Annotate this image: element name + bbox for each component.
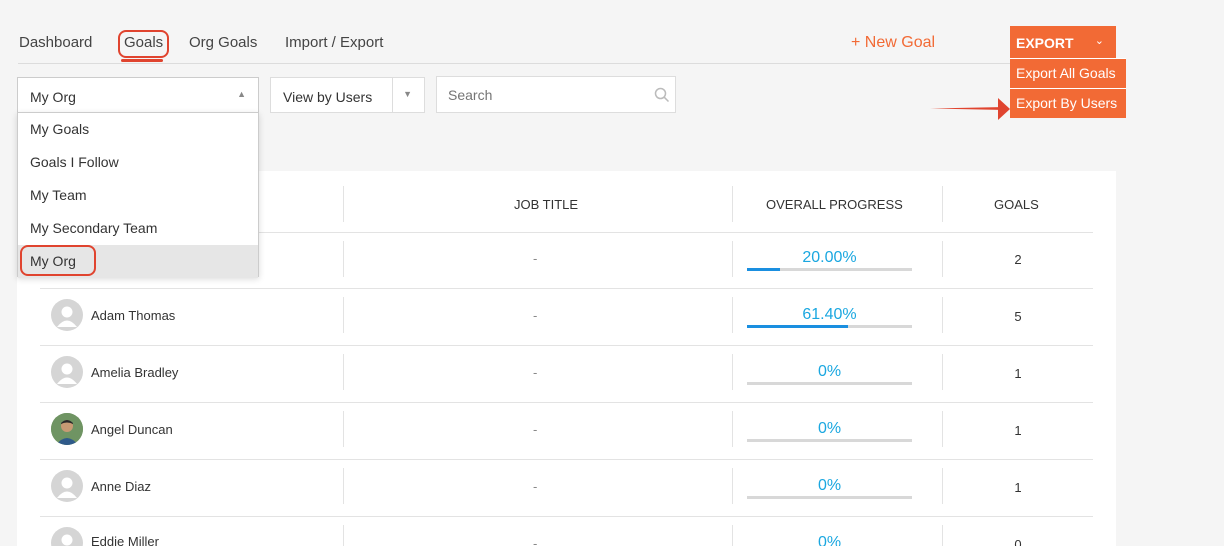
- column-separator: [732, 468, 733, 504]
- header-overall-progress[interactable]: OVERALL PROGRESS: [766, 197, 903, 212]
- progress-bar: [747, 439, 912, 442]
- progress-value[interactable]: 0%: [747, 363, 912, 381]
- view-select-value: View by Users: [283, 89, 373, 105]
- goals-count: 0: [1014, 537, 1022, 546]
- org-select-value: My Org: [30, 89, 76, 105]
- row-divider: [40, 402, 1093, 403]
- tab-dashboard[interactable]: Dashboard: [19, 34, 92, 51]
- job-title-cell: -: [533, 308, 538, 323]
- job-title-cell: -: [533, 479, 538, 494]
- user-icon: [57, 363, 77, 384]
- progress-bar: [747, 382, 912, 385]
- user-icon: [57, 477, 77, 498]
- progress-value[interactable]: 0%: [747, 477, 912, 495]
- row-divider: [40, 459, 1093, 460]
- column-separator: [343, 525, 344, 546]
- goals-count: 5: [1014, 309, 1022, 324]
- progress-value[interactable]: 20.00%: [747, 249, 912, 267]
- active-tab-underline: [121, 59, 163, 62]
- dropdown-item-goals-i-follow[interactable]: Goals I Follow: [18, 146, 258, 179]
- progress-bar: [747, 496, 912, 499]
- progress-bar: [747, 268, 912, 271]
- search-icon[interactable]: [654, 87, 670, 103]
- dropdown-item-my-secondary-team[interactable]: My Secondary Team: [18, 212, 258, 245]
- job-title-cell: -: [533, 365, 538, 380]
- column-separator: [732, 354, 733, 390]
- row-divider: [40, 288, 1093, 289]
- column-separator: [343, 241, 344, 277]
- my-org-highlight: [20, 245, 96, 276]
- goals-count: 1: [1014, 423, 1022, 438]
- column-separator: [942, 186, 943, 222]
- export-label: EXPORT: [1016, 35, 1074, 51]
- job-title-cell: -: [533, 422, 538, 437]
- user-name[interactable]: Amelia Bradley: [91, 365, 178, 380]
- annotation-arrow: [930, 107, 1006, 110]
- column-separator: [942, 411, 943, 447]
- column-separator: [942, 354, 943, 390]
- user-name[interactable]: Anne Diaz: [91, 479, 151, 494]
- user-icon: [57, 306, 77, 327]
- user-photo-icon: [51, 413, 83, 445]
- column-separator: [343, 411, 344, 447]
- column-separator: [942, 468, 943, 504]
- export-by-users-item[interactable]: Export By Users: [1010, 88, 1126, 118]
- column-separator: [942, 297, 943, 333]
- column-separator: [942, 241, 943, 277]
- column-separator: [732, 525, 733, 546]
- column-separator: [343, 354, 344, 390]
- dropdown-item-my-goals[interactable]: My Goals: [18, 113, 258, 146]
- progress-bar-fill: [747, 325, 849, 328]
- progress-bar: [747, 325, 912, 328]
- avatar: [51, 356, 83, 388]
- column-separator: [732, 297, 733, 333]
- dropdown-item-my-team[interactable]: My Team: [18, 179, 258, 212]
- progress-value[interactable]: 0%: [747, 534, 912, 546]
- user-name[interactable]: Angel Duncan: [91, 422, 173, 437]
- avatar-photo: [51, 413, 83, 445]
- select-divider: [392, 78, 393, 112]
- goals-count: 2: [1014, 252, 1022, 267]
- caret-up-icon: ▲: [237, 89, 246, 99]
- export-button[interactable]: EXPORT ⌄: [1010, 26, 1116, 58]
- column-separator: [942, 525, 943, 546]
- annotation-arrow-head: [998, 98, 1010, 120]
- progress-value[interactable]: 61.40%: [747, 306, 912, 324]
- user-name[interactable]: Adam Thomas: [91, 308, 175, 323]
- org-select[interactable]: My Org ▲: [17, 77, 259, 113]
- progress-bar-fill: [747, 268, 780, 271]
- export-menu: Export All Goals Export By Users: [1010, 58, 1126, 118]
- nav-divider: [18, 63, 1118, 64]
- chevron-down-icon: ⌄: [1094, 35, 1104, 47]
- new-goal-button[interactable]: + New Goal: [851, 34, 935, 52]
- progress-value[interactable]: 0%: [747, 420, 912, 438]
- column-separator: [732, 411, 733, 447]
- header-job-title[interactable]: JOB TITLE: [514, 197, 578, 212]
- row-divider: [40, 345, 1093, 346]
- goals-count: 1: [1014, 366, 1022, 381]
- view-select[interactable]: View by Users ▼: [270, 77, 425, 113]
- column-separator: [343, 186, 344, 222]
- goals-tab-highlight: [118, 30, 169, 58]
- tab-org-goals[interactable]: Org Goals: [189, 34, 257, 51]
- column-separator: [343, 468, 344, 504]
- goals-count: 1: [1014, 480, 1022, 495]
- job-title-cell: -: [533, 536, 538, 546]
- column-separator: [343, 297, 344, 333]
- export-all-goals-item[interactable]: Export All Goals: [1010, 58, 1126, 88]
- header-goals[interactable]: GOALS: [994, 197, 1039, 212]
- column-separator: [732, 241, 733, 277]
- column-separator: [732, 186, 733, 222]
- row-divider: [40, 516, 1093, 517]
- user-name[interactable]: Eddie Miller: [91, 534, 159, 546]
- avatar: [51, 299, 83, 331]
- search-input[interactable]: [436, 76, 676, 113]
- avatar: [51, 470, 83, 502]
- caret-down-icon: ▼: [403, 89, 412, 99]
- tab-import-export[interactable]: Import / Export: [285, 34, 383, 51]
- job-title-cell: -: [533, 251, 538, 266]
